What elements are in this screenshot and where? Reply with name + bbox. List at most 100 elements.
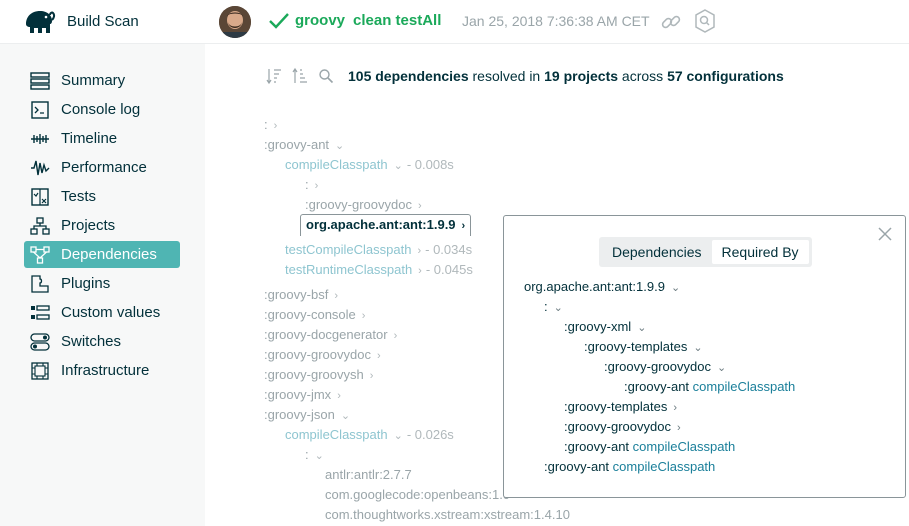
- sidebar-item-label: Switches: [61, 333, 122, 350]
- required-by-node[interactable]: :groovy-ant compileClasspath: [624, 378, 795, 396]
- custom-values-icon: [29, 303, 51, 323]
- tree-node-colon[interactable]: : ›: [305, 176, 318, 194]
- dependencies-summary-text: 105 dependencies resolved in 19 projects…: [348, 68, 784, 84]
- node-label: :groovy-bsf: [264, 287, 329, 302]
- tree-node-groovy-groovydoc[interactable]: :groovy-groovydoc ›: [305, 196, 422, 214]
- tab-required-by[interactable]: Required By: [711, 240, 809, 264]
- tree-node-groovy-json[interactable]: :groovy-json ⌄: [264, 406, 350, 424]
- node-label: com.thoughtworks.xstream:xstream:1.4.10: [325, 507, 570, 522]
- sidebar-item-console-log[interactable]: Console log: [24, 96, 180, 123]
- configuration-link[interactable]: compileClasspath: [693, 379, 796, 394]
- required-by-node[interactable]: : ⌄: [544, 298, 563, 316]
- tree-node-test-compile-classpath[interactable]: testCompileClasspath › - 0.034s: [285, 241, 472, 259]
- node-label: org.apache.ant:ant:1.9.9: [306, 217, 456, 232]
- search-scan-icon[interactable]: [694, 9, 716, 33]
- tree-node-antlr[interactable]: antlr:antlr:2.7.7: [325, 466, 412, 484]
- node-label: :groovy-groovydoc: [564, 419, 671, 434]
- configuration-link[interactable]: testRuntimeClasspath: [285, 262, 412, 277]
- chevron-right-icon: ›: [393, 330, 398, 342]
- tree-node-groovy-groovysh[interactable]: :groovy-groovysh ›: [264, 366, 373, 384]
- sidebar-item-tests[interactable]: Tests: [24, 183, 180, 210]
- summary-icon: [29, 71, 51, 91]
- project-count: 19 projects: [544, 68, 619, 84]
- sort-descending-icon[interactable]: [264, 66, 284, 86]
- chevron-right-icon: ›: [417, 245, 422, 257]
- sidebar-item-dependencies[interactable]: Dependencies: [24, 241, 180, 268]
- configuration-link[interactable]: compileClasspath: [285, 157, 388, 172]
- selected-dependency-node[interactable]: org.apache.ant:ant:1.9.9 ›: [300, 214, 472, 236]
- app-title[interactable]: Build Scan: [67, 13, 139, 30]
- resolve-duration: - 0.045s: [425, 262, 473, 277]
- tree-node-compile-classpath[interactable]: compileClasspath ⌄ - 0.008s: [285, 156, 454, 174]
- required-by-node[interactable]: :groovy-ant compileClasspath: [564, 438, 735, 456]
- console-icon: [29, 100, 51, 120]
- chevron-right-icon: ›: [418, 265, 422, 277]
- performance-icon: [29, 158, 51, 178]
- gradle-elephant-logo[interactable]: [22, 6, 56, 36]
- chevron-right-icon: ›: [376, 350, 381, 362]
- required-by-node[interactable]: :groovy-groovydoc ⌄: [604, 358, 726, 376]
- chevron-down-icon: ⌄: [393, 160, 403, 172]
- configuration-link[interactable]: compileClasspath: [613, 459, 716, 474]
- tree-node-json-colon[interactable]: : ⌄: [305, 446, 324, 464]
- tree-node-test-runtime-classpath[interactable]: testRuntimeClasspath › - 0.045s: [285, 261, 473, 279]
- required-by-node[interactable]: :groovy-xml ⌄: [564, 318, 646, 336]
- tree-node-groovy-docgenerator[interactable]: :groovy-docgenerator ›: [264, 326, 397, 344]
- node-label: :groovy-groovysh: [264, 367, 364, 382]
- chevron-right-icon: ›: [369, 370, 374, 382]
- project-name: groovy: [295, 12, 346, 29]
- sidebar-item-projects[interactable]: Projects: [24, 212, 180, 239]
- summary-connector: across: [618, 68, 668, 84]
- search-icon[interactable]: [316, 66, 336, 86]
- required-by-node[interactable]: org.apache.ant:ant:1.9.9 ⌄: [524, 278, 680, 296]
- required-by-node[interactable]: :groovy-groovydoc ›: [564, 418, 681, 436]
- required-by-node[interactable]: :groovy-templates ›: [564, 398, 677, 416]
- node-label: :groovy-ant: [544, 459, 610, 474]
- configuration-link[interactable]: compileClasspath: [285, 427, 388, 442]
- node-label: :groovy-jmx: [264, 387, 332, 402]
- dependencies-summary-bar: 105 dependencies resolved in 19 projects…: [264, 64, 784, 88]
- tree-node-groovy-jmx[interactable]: :groovy-jmx ›: [264, 386, 341, 404]
- sidebar-item-performance[interactable]: Performance: [24, 154, 180, 181]
- sidebar-item-summary[interactable]: Summary: [24, 67, 180, 94]
- sidebar-item-label: Custom values: [61, 304, 161, 321]
- tree-node-groovy-console[interactable]: :groovy-console ›: [264, 306, 365, 324]
- tree-node-groovy-groovydoc[interactable]: :groovy-groovydoc ›: [264, 346, 381, 364]
- chevron-right-icon: ›: [273, 120, 278, 132]
- required-by-node[interactable]: :groovy-templates ⌄: [584, 338, 703, 356]
- sidebar-item-switches[interactable]: Switches: [24, 328, 180, 355]
- sidebar-item-timeline[interactable]: Timeline: [24, 125, 180, 152]
- configuration-link[interactable]: compileClasspath: [633, 439, 736, 454]
- sidebar-item-label: Performance: [61, 159, 147, 176]
- tree-node-xstream[interactable]: com.thoughtworks.xstream:xstream:1.4.10: [325, 506, 570, 524]
- node-label: :: [305, 447, 309, 462]
- projects-icon: [29, 216, 51, 236]
- sidebar-item-infrastructure[interactable]: Infrastructure: [24, 357, 180, 384]
- configuration-link[interactable]: testCompileClasspath: [285, 242, 411, 257]
- sort-ascending-icon[interactable]: [290, 66, 310, 86]
- required-by-node[interactable]: :groovy-ant compileClasspath: [544, 458, 715, 476]
- chevron-down-icon: ⌄: [670, 282, 681, 294]
- chevron-down-icon: ⌄: [314, 450, 324, 462]
- node-label: :groovy-ant: [564, 439, 630, 454]
- tree-node-json-compile-classpath[interactable]: compileClasspath ⌄ - 0.026s: [285, 426, 454, 444]
- chevron-right-icon: ›: [314, 180, 319, 192]
- node-label: :groovy-templates: [564, 399, 668, 414]
- tree-node-groovy-ant[interactable]: :groovy-ant ⌄: [264, 136, 344, 154]
- tab-dependencies[interactable]: Dependencies: [602, 240, 712, 264]
- chevron-right-icon: ›: [673, 402, 677, 414]
- sidebar-item-plugins[interactable]: Plugins: [24, 270, 180, 297]
- close-icon[interactable]: [877, 226, 893, 242]
- chevron-down-icon: ⌄: [553, 302, 563, 314]
- chevron-down-icon: ⌄: [693, 342, 703, 354]
- chevron-right-icon: ›: [676, 422, 681, 434]
- link-icon[interactable]: [660, 11, 682, 33]
- tree-node-groovy-bsf[interactable]: :groovy-bsf ›: [264, 286, 338, 304]
- resolve-duration: - 0.026s: [406, 427, 454, 442]
- sidebar-item-custom-values[interactable]: Custom values: [24, 299, 180, 326]
- tree-node-root[interactable]: : ›: [264, 116, 277, 134]
- tree-node-openbeans[interactable]: com.googlecode:openbeans:1.0: [325, 486, 510, 504]
- node-label: :: [305, 177, 309, 192]
- task-names: clean testAll: [353, 12, 442, 29]
- sidebar-item-label: Dependencies: [61, 246, 157, 263]
